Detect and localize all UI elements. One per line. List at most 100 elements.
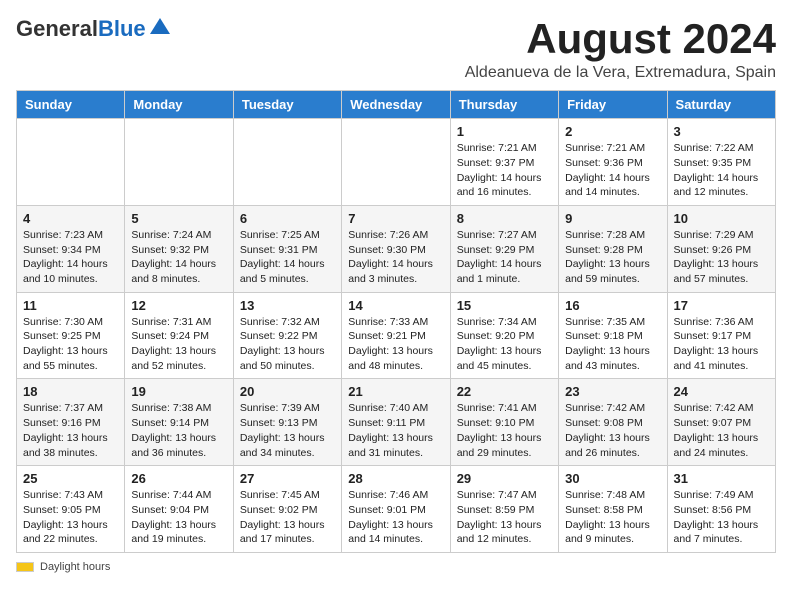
table-row: 2Sunrise: 7:21 AM Sunset: 9:36 PM Daylig… bbox=[559, 119, 667, 206]
table-row: 8 Sunrise: 7:27 AM Sunset: 9:29 PM Daylig… bbox=[450, 205, 558, 292]
table-row: 7 Sunrise: 7:26 AM Sunset: 9:30 PM Daylig… bbox=[342, 205, 450, 292]
table-row: 9 Sunrise: 7:28 AM Sunset: 9:28 PM Daylig… bbox=[559, 205, 667, 292]
day-info: Sunrise: 7:49 AM Sunset: 8:56 PM Dayligh… bbox=[674, 488, 769, 547]
table-row: 30Sunrise: 7:48 AM Sunset: 8:58 PM Dayli… bbox=[559, 466, 667, 553]
day-number: 13 bbox=[240, 298, 335, 313]
table-row: 25Sunrise: 7:43 AM Sunset: 9:05 PM Dayli… bbox=[17, 466, 125, 553]
day-info: Sunrise: 7:30 AM Sunset: 9:25 PM Dayligh… bbox=[23, 315, 118, 374]
day-info: Sunrise: 7:40 AM Sunset: 9:11 PM Dayligh… bbox=[348, 401, 443, 460]
day-number: 16 bbox=[565, 298, 660, 313]
calendar-table: Sunday Monday Tuesday Wednesday Thursday… bbox=[16, 90, 776, 553]
logo-blue-text: Blue bbox=[98, 16, 146, 42]
day-info: Sunrise: 7:31 AM Sunset: 9:24 PM Dayligh… bbox=[131, 315, 226, 374]
table-row bbox=[125, 119, 233, 206]
table-row: 29Sunrise: 7:47 AM Sunset: 8:59 PM Dayli… bbox=[450, 466, 558, 553]
day-info: Sunrise: 7:39 AM Sunset: 9:13 PM Dayligh… bbox=[240, 401, 335, 460]
day-number: 23 bbox=[565, 384, 660, 399]
day-number: 28 bbox=[348, 471, 443, 486]
table-row: 4Sunrise: 7:23 AM Sunset: 9:34 PM Daylig… bbox=[17, 205, 125, 292]
day-number: 4 bbox=[23, 211, 118, 226]
day-number: 24 bbox=[674, 384, 769, 399]
logo-general-text: General bbox=[16, 16, 98, 42]
title-area: August 2024 Aldeanueva de la Vera, Extre… bbox=[465, 16, 776, 82]
day-number: 6 bbox=[240, 211, 335, 226]
day-number: 17 bbox=[674, 298, 769, 313]
day-info: Sunrise: 7:27 AM Sunset: 9:29 PM Dayligh… bbox=[457, 228, 552, 287]
day-info: Sunrise: 7:46 AM Sunset: 9:01 PM Dayligh… bbox=[348, 488, 443, 547]
table-row: 18 Sunrise: 7:37 AM Sunset: 9:16 PM Dayli… bbox=[17, 379, 125, 466]
footer: Daylight hours bbox=[16, 561, 776, 573]
table-row: 27 Sunrise: 7:45 AM Sunset: 9:02 PM Dayli… bbox=[233, 466, 341, 553]
daylight-label: Daylight hours bbox=[40, 561, 110, 573]
day-number: 3 bbox=[674, 124, 769, 139]
day-info: Sunrise: 7:41 AM Sunset: 9:10 PM Dayligh… bbox=[457, 401, 552, 460]
table-row: 28 Sunrise: 7:46 AM Sunset: 9:01 PM Dayli… bbox=[342, 466, 450, 553]
header-monday: Monday bbox=[125, 91, 233, 119]
day-info: Sunrise: 7:24 AM Sunset: 9:32 PM Dayligh… bbox=[131, 228, 226, 287]
table-row: 14 Sunrise: 7:33 AM Sunset: 9:21 PM Dayli… bbox=[342, 292, 450, 379]
table-row: 20Sunrise: 7:39 AM Sunset: 9:13 PM Dayli… bbox=[233, 379, 341, 466]
day-number: 11 bbox=[23, 298, 118, 313]
day-number: 1 bbox=[457, 124, 552, 139]
table-row: 24 Sunrise: 7:42 AM Sunset: 9:07 PM Dayli… bbox=[667, 379, 775, 466]
header-tuesday: Tuesday bbox=[233, 91, 341, 119]
day-info: Sunrise: 7:35 AM Sunset: 9:18 PM Dayligh… bbox=[565, 315, 660, 374]
calendar-week-row: 18 Sunrise: 7:37 AM Sunset: 9:16 PM Dayli… bbox=[17, 379, 776, 466]
table-row: 11 Sunrise: 7:30 AM Sunset: 9:25 PM Dayli… bbox=[17, 292, 125, 379]
header-saturday: Saturday bbox=[667, 91, 775, 119]
day-info: Sunrise: 7:45 AM Sunset: 9:02 PM Dayligh… bbox=[240, 488, 335, 547]
day-info: Sunrise: 7:21 AM Sunset: 9:36 PM Dayligh… bbox=[565, 141, 660, 200]
day-number: 18 bbox=[23, 384, 118, 399]
day-number: 8 bbox=[457, 211, 552, 226]
day-info: Sunrise: 7:44 AM Sunset: 9:04 PM Dayligh… bbox=[131, 488, 226, 547]
day-number: 31 bbox=[674, 471, 769, 486]
calendar-week-row: 1Sunrise: 7:21 AM Sunset: 9:37 PM Daylig… bbox=[17, 119, 776, 206]
table-row: 17 Sunrise: 7:36 AM Sunset: 9:17 PM Dayli… bbox=[667, 292, 775, 379]
table-row bbox=[233, 119, 341, 206]
day-number: 26 bbox=[131, 471, 226, 486]
day-number: 27 bbox=[240, 471, 335, 486]
day-number: 5 bbox=[131, 211, 226, 226]
day-number: 7 bbox=[348, 211, 443, 226]
header-sunday: Sunday bbox=[17, 91, 125, 119]
day-info: Sunrise: 7:36 AM Sunset: 9:17 PM Dayligh… bbox=[674, 315, 769, 374]
day-number: 21 bbox=[348, 384, 443, 399]
day-number: 14 bbox=[348, 298, 443, 313]
table-row: 1Sunrise: 7:21 AM Sunset: 9:37 PM Daylig… bbox=[450, 119, 558, 206]
day-info: Sunrise: 7:38 AM Sunset: 9:14 PM Dayligh… bbox=[131, 401, 226, 460]
calendar-week-row: 11 Sunrise: 7:30 AM Sunset: 9:25 PM Dayli… bbox=[17, 292, 776, 379]
daylight-bar-icon bbox=[16, 562, 34, 572]
logo: General Blue bbox=[16, 16, 170, 42]
table-row: 10Sunrise: 7:29 AM Sunset: 9:26 PM Dayli… bbox=[667, 205, 775, 292]
table-row: 3 Sunrise: 7:22 AM Sunset: 9:35 PM Daylig… bbox=[667, 119, 775, 206]
day-info: Sunrise: 7:33 AM Sunset: 9:21 PM Dayligh… bbox=[348, 315, 443, 374]
day-number: 19 bbox=[131, 384, 226, 399]
calendar-week-row: 4Sunrise: 7:23 AM Sunset: 9:34 PM Daylig… bbox=[17, 205, 776, 292]
header-wednesday: Wednesday bbox=[342, 91, 450, 119]
table-row: 19 Sunrise: 7:38 AM Sunset: 9:14 PM Dayli… bbox=[125, 379, 233, 466]
day-number: 15 bbox=[457, 298, 552, 313]
table-row: 21 Sunrise: 7:40 AM Sunset: 9:11 PM Dayli… bbox=[342, 379, 450, 466]
day-info: Sunrise: 7:34 AM Sunset: 9:20 PM Dayligh… bbox=[457, 315, 552, 374]
day-info: Sunrise: 7:26 AM Sunset: 9:30 PM Dayligh… bbox=[348, 228, 443, 287]
day-number: 9 bbox=[565, 211, 660, 226]
month-title: August 2024 bbox=[465, 16, 776, 62]
table-row: 23 Sunrise: 7:42 AM Sunset: 9:08 PM Dayli… bbox=[559, 379, 667, 466]
day-info: Sunrise: 7:42 AM Sunset: 9:08 PM Dayligh… bbox=[565, 401, 660, 460]
header-friday: Friday bbox=[559, 91, 667, 119]
day-number: 12 bbox=[131, 298, 226, 313]
day-number: 29 bbox=[457, 471, 552, 486]
day-info: Sunrise: 7:48 AM Sunset: 8:58 PM Dayligh… bbox=[565, 488, 660, 547]
logo-icon bbox=[150, 16, 170, 36]
day-info: Sunrise: 7:22 AM Sunset: 9:35 PM Dayligh… bbox=[674, 141, 769, 200]
table-row: 26 Sunrise: 7:44 AM Sunset: 9:04 PM Dayli… bbox=[125, 466, 233, 553]
day-number: 22 bbox=[457, 384, 552, 399]
table-row bbox=[17, 119, 125, 206]
day-info: Sunrise: 7:37 AM Sunset: 9:16 PM Dayligh… bbox=[23, 401, 118, 460]
table-row: 5 Sunrise: 7:24 AM Sunset: 9:32 PM Daylig… bbox=[125, 205, 233, 292]
day-info: Sunrise: 7:42 AM Sunset: 9:07 PM Dayligh… bbox=[674, 401, 769, 460]
day-info: Sunrise: 7:28 AM Sunset: 9:28 PM Dayligh… bbox=[565, 228, 660, 287]
location-subtitle: Aldeanueva de la Vera, Extremadura, Spai… bbox=[465, 64, 776, 82]
table-row bbox=[342, 119, 450, 206]
day-number: 10 bbox=[674, 211, 769, 226]
